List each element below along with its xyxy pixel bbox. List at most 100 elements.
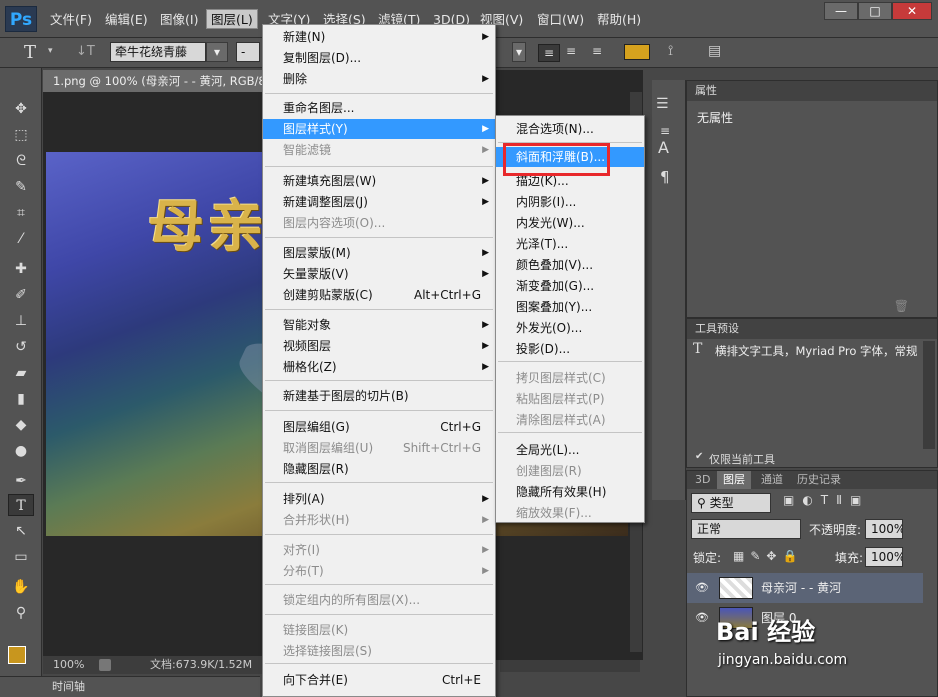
eye-icon[interactable]: 👁 [695, 573, 709, 603]
menu-item[interactable]: 对齐(I) ▶ [263, 540, 495, 560]
menu-item[interactable]: 取消图层编组(U) Shift+Ctrl+G [263, 438, 495, 458]
pen-tool-icon[interactable]: ✒ [8, 470, 34, 492]
menu-image[interactable]: 图像(I) [156, 10, 202, 30]
menu-item[interactable]: 链接图层(K) [263, 620, 495, 640]
menu-item[interactable]: 投影(D)... [496, 339, 644, 359]
tool-preset-icon[interactable]: ≡ [660, 124, 670, 138]
menu-item[interactable]: 创建图层(R) [496, 461, 644, 481]
align-left-icon[interactable]: ≡ [538, 44, 560, 62]
trash-icon[interactable]: 🗑 [894, 299, 909, 313]
marquee-tool-icon[interactable]: ⬚ [8, 124, 34, 146]
tab-history[interactable]: 历史记录 [791, 471, 847, 489]
menu-item[interactable]: 颜色叠加(V)... [496, 255, 644, 275]
menu-item[interactable]: 排列(A) ▶ [263, 489, 495, 509]
menu-item[interactable]: 新建基于图层的切片(B) [263, 386, 495, 406]
tab-layers[interactable]: 图层 [717, 471, 751, 489]
menu-item[interactable]: 图层编组(G) Ctrl+G [263, 417, 495, 437]
dodge-tool-icon[interactable]: ● [8, 440, 34, 462]
menu-item[interactable]: 重命名图层... [263, 98, 495, 118]
eye-icon[interactable]: 👁 [695, 603, 709, 633]
timeline-panel-tab[interactable]: 时间轴 [0, 676, 260, 697]
presets-scrollbar[interactable] [923, 341, 935, 449]
restore-button[interactable]: □ [858, 2, 892, 20]
lock-icons[interactable]: ▦✎✥🔒 [733, 549, 803, 563]
align-center-icon[interactable]: ≡ [566, 44, 576, 58]
menu-item[interactable]: 创建剪贴蒙版(C) Alt+Ctrl+G [263, 285, 495, 305]
menu-item[interactable]: 粘贴图层样式(P) [496, 389, 644, 409]
menu-item[interactable]: 混合选项(N)... [496, 119, 644, 139]
tool-preset-item[interactable]: 横排文字工具，Myriad Pro 字体，常规 [715, 343, 923, 359]
horizontal-scrollbar[interactable] [500, 660, 640, 672]
menu-item[interactable]: 图层样式(Y) ▶ [263, 119, 495, 139]
menu-item[interactable]: 向下合并(E) Ctrl+E [263, 670, 495, 690]
menu-item[interactable]: 新建(N) ▶ [263, 27, 495, 47]
blur-tool-icon[interactable]: ◆ [8, 414, 34, 436]
tab-channels[interactable]: 通道 [755, 471, 789, 489]
menu-window[interactable]: 窗口(W) [533, 10, 588, 30]
font-family-dropdown-icon[interactable]: ▾ [206, 42, 228, 62]
menu-item[interactable]: 删除 ▶ [263, 69, 495, 89]
menu-item[interactable]: 矢量蒙版(V) ▶ [263, 264, 495, 284]
zoom-level[interactable]: 100% [53, 656, 84, 674]
eyedropper-tool-icon[interactable]: ⁄ [8, 228, 34, 250]
eraser-tool-icon[interactable]: ▰ [8, 362, 34, 384]
hand-tool-icon[interactable]: ✋ [8, 576, 34, 598]
type-tool-icon[interactable]: T [24, 42, 36, 63]
menu-item[interactable]: 视频图层 ▶ [263, 336, 495, 356]
warp-text-icon[interactable]: ⟟ [668, 43, 673, 59]
character-icon[interactable]: A [658, 138, 669, 157]
menu-item[interactable]: 栅格化(Z) ▶ [263, 357, 495, 377]
path-select-tool-icon[interactable]: ↖ [8, 520, 34, 542]
menu-item[interactable]: 隐藏图层(R) [263, 459, 495, 479]
font-family-select[interactable]: 牵牛花绕青藤 [110, 42, 206, 62]
text-orientation-icon[interactable]: ↓T [76, 44, 95, 59]
menu-item[interactable]: 光泽(T)... [496, 234, 644, 254]
quick-select-tool-icon[interactable]: ✎ [8, 176, 34, 198]
menu-item[interactable]: 选择链接图层(S) [263, 641, 495, 661]
stamp-tool-icon[interactable]: ⊥ [8, 310, 34, 332]
crop-tool-icon[interactable]: ⌗ [8, 202, 34, 224]
menu-item[interactable]: 合并形状(H) ▶ [263, 510, 495, 530]
menu-item[interactable]: 全局光(L)... [496, 440, 644, 460]
menu-item[interactable]: 图层内容选项(O)... [263, 213, 495, 233]
chevron-down-icon[interactable]: ▾ [48, 46, 53, 56]
document-tab[interactable]: 1.png @ 100% (母亲河 - - 黄河, RGB/8) [43, 70, 273, 92]
tab-3d[interactable]: 3D [689, 471, 716, 489]
layer-filter-icons[interactable]: ▣◐TⅡ▣ [783, 493, 869, 507]
menu-item[interactable]: 锁定组内的所有图层(X)... [263, 590, 495, 610]
menu-item[interactable]: 图层蒙版(M) ▶ [263, 243, 495, 263]
menu-item[interactable]: 内阴影(I)... [496, 192, 644, 212]
opacity-input[interactable]: 100% [865, 519, 903, 539]
healing-brush-tool-icon[interactable]: ✚ [8, 258, 34, 280]
zoom-tool-icon[interactable]: ⚲ [8, 602, 34, 624]
history-brush-tool-icon[interactable]: ↺ [8, 336, 34, 358]
menu-item[interactable]: 新建调整图层(J) ▶ [263, 192, 495, 212]
menu-item[interactable]: 清除图层样式(A) [496, 410, 644, 430]
font-style-select[interactable]: - [236, 42, 260, 62]
menu-file[interactable]: 文件(F) [46, 10, 96, 30]
menu-item[interactable]: 内发光(W)... [496, 213, 644, 233]
type-tool-selected-icon[interactable]: T [8, 494, 34, 516]
menu-item[interactable]: 拷贝图层样式(C) [496, 368, 644, 388]
status-menu-icon[interactable] [99, 659, 111, 671]
layer-filter-select[interactable]: ⚲ 类型 [691, 493, 771, 513]
current-tool-checkbox[interactable]: ✔ [695, 451, 703, 462]
menu-item[interactable]: 新建填充图层(W) ▶ [263, 171, 495, 191]
fill-input[interactable]: 100% [865, 547, 903, 567]
align-right-icon[interactable]: ≡ [592, 44, 602, 58]
close-button[interactable]: ✕ [892, 2, 932, 20]
move-tool-icon[interactable]: ✥ [8, 98, 34, 120]
menu-item[interactable]: 智能对象 ▶ [263, 315, 495, 335]
menu-item[interactable]: 隐藏所有效果(H) [496, 482, 644, 502]
menu-help[interactable]: 帮助(H) [593, 10, 645, 30]
dropdown-icon[interactable]: ▾ [512, 42, 526, 62]
menu-item[interactable]: 外发光(O)... [496, 318, 644, 338]
paragraph-styles-icon[interactable]: ☰ [656, 96, 669, 112]
text-color-swatch[interactable] [624, 44, 650, 60]
menu-item[interactable]: 分布(T) ▶ [263, 561, 495, 581]
menu-item[interactable]: 图案叠加(Y)... [496, 297, 644, 317]
menu-item[interactable]: 复制图层(D)... [263, 48, 495, 68]
shape-tool-icon[interactable]: ▭ [8, 546, 34, 568]
menu-item[interactable]: 渐变叠加(G)... [496, 276, 644, 296]
menu-edit[interactable]: 编辑(E) [101, 10, 152, 30]
